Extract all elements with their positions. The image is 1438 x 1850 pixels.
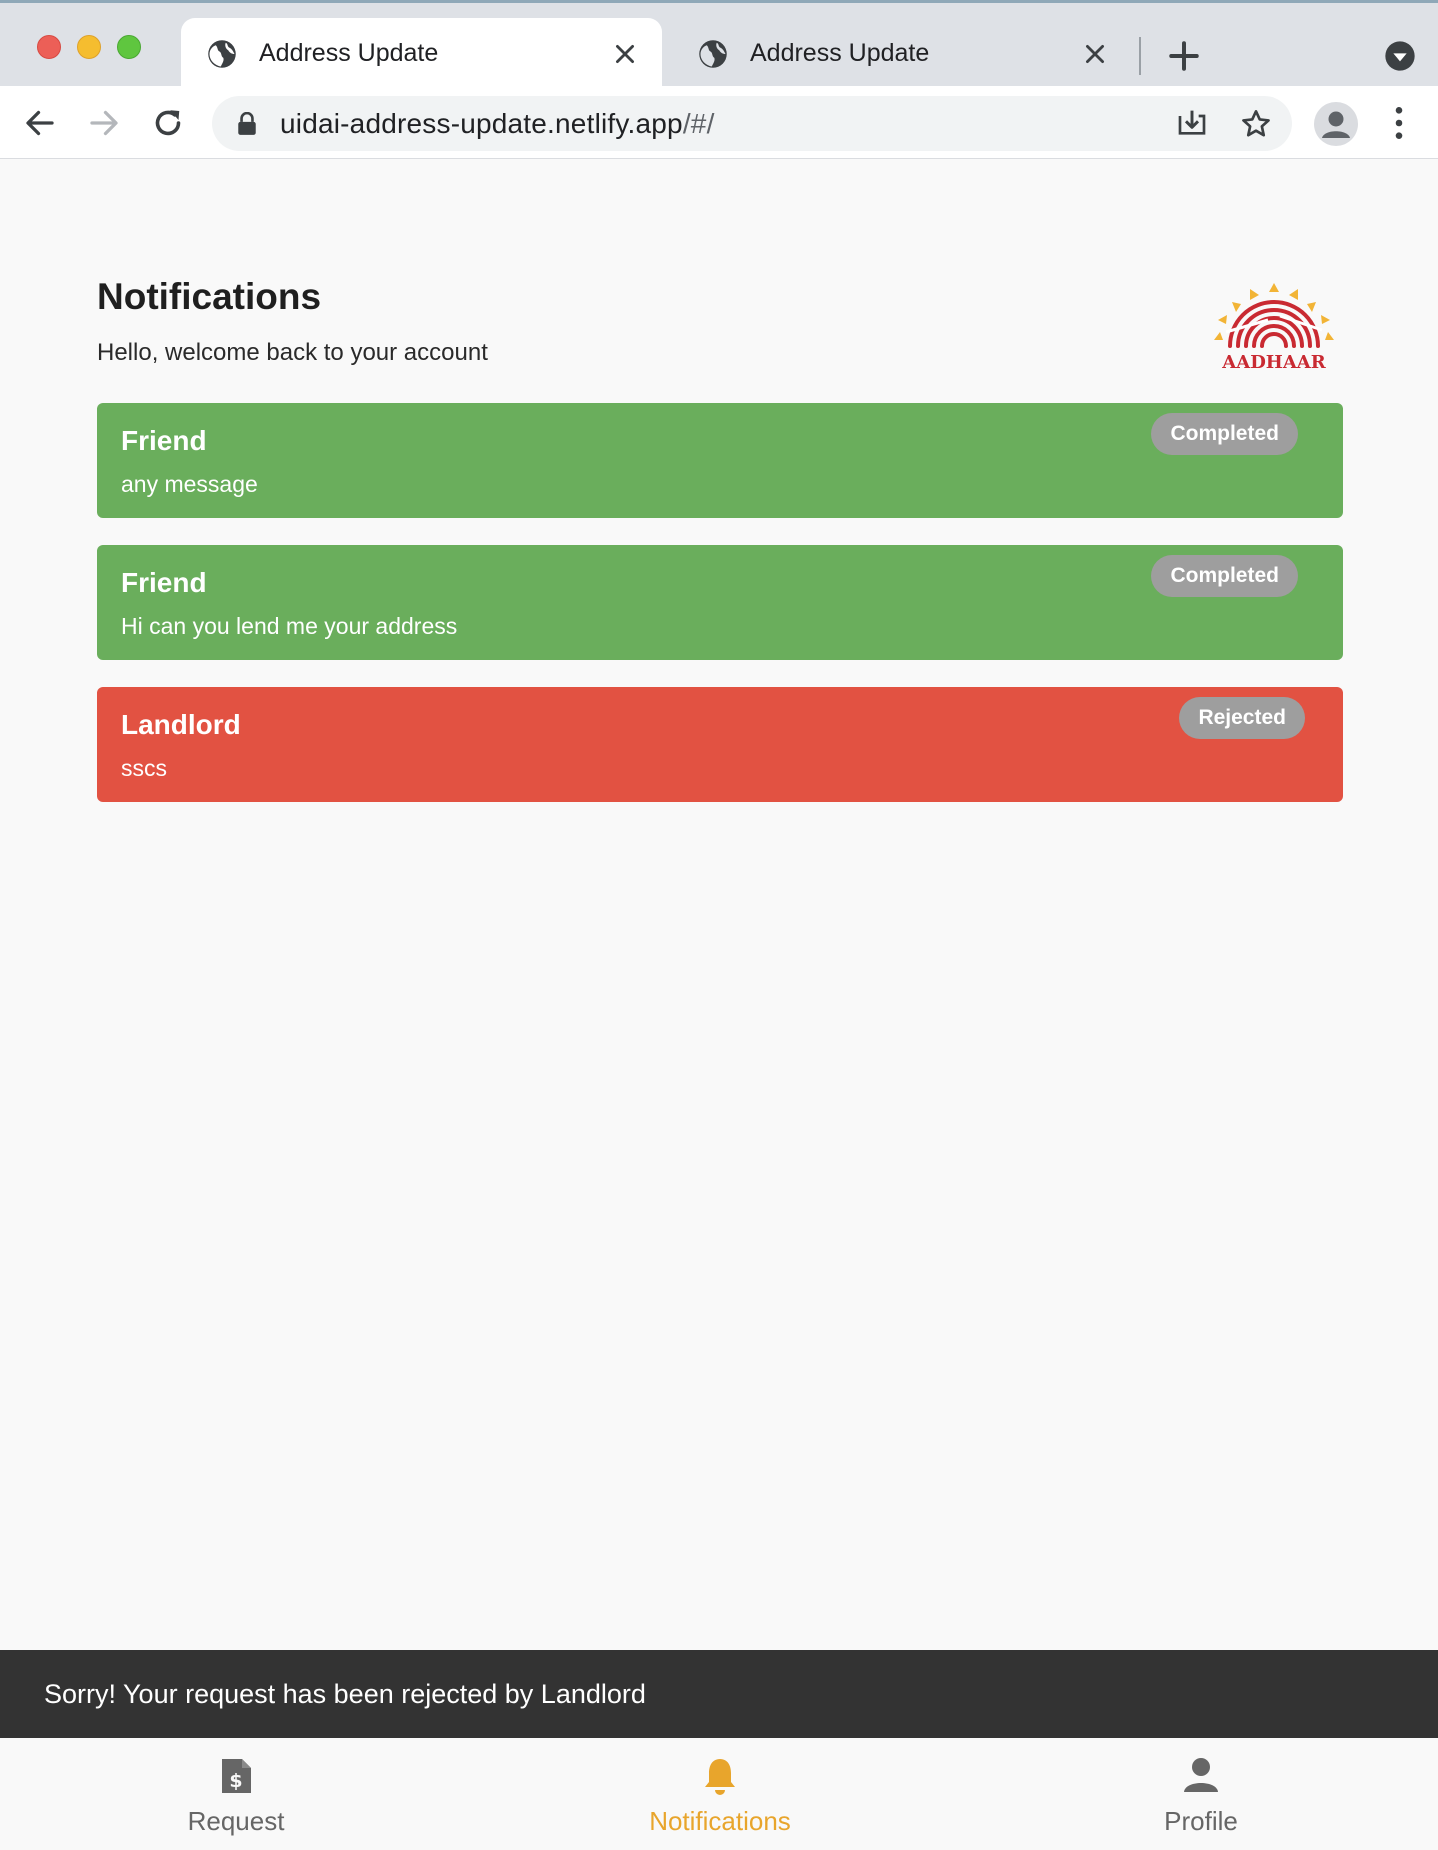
notification-title: Friend	[121, 425, 207, 456]
reload-icon[interactable]	[150, 105, 186, 141]
notification-card[interactable]: Friend Hi can you lend me your address C…	[97, 545, 1343, 660]
tab-search-icon[interactable]	[1384, 40, 1416, 72]
notification-message: sscs	[121, 755, 167, 781]
receipt-icon: $	[222, 1759, 251, 1793]
globe-icon	[208, 39, 236, 68]
snackbar: Sorry! Your request has been rejected by…	[0, 1650, 1438, 1738]
notification-message: any message	[121, 471, 258, 497]
status-badge: Completed	[1151, 413, 1298, 455]
notification-card[interactable]: Friend any message Completed	[97, 403, 1343, 518]
page-title: Notifications	[97, 276, 322, 317]
status-badge: Rejected	[1179, 697, 1305, 739]
person-icon	[1322, 111, 1350, 138]
snackbar-message: Sorry! Your request has been rejected by…	[44, 1679, 646, 1709]
forward-arrow-icon[interactable]	[86, 105, 122, 141]
tab-separator	[1139, 37, 1141, 75]
tab-title: Address Update	[259, 39, 439, 67]
profile-avatar[interactable]	[1314, 102, 1358, 146]
nav-label: Profile	[1164, 1806, 1238, 1836]
close-tab-icon[interactable]	[1082, 41, 1108, 67]
notification-message: Hi can you lend me your address	[121, 613, 458, 639]
bottom-navigation: $ Request Notifications Profile	[0, 1738, 1438, 1850]
browser-tab-strip: Address Update Address Update	[0, 0, 1438, 89]
window-close-button[interactable]	[37, 35, 61, 59]
address-bar[interactable]: uidai-address-update.netlify.app/#/	[212, 96, 1292, 151]
status-badge: Completed	[1151, 555, 1298, 597]
bookmark-star-icon[interactable]	[1240, 108, 1272, 140]
close-tab-icon[interactable]	[612, 41, 638, 67]
more-menu-icon[interactable]	[1386, 104, 1412, 142]
back-arrow-icon[interactable]	[22, 105, 58, 141]
bell-icon	[705, 1759, 735, 1795]
install-app-icon[interactable]	[1176, 108, 1208, 140]
nav-label: Notifications	[649, 1806, 791, 1836]
nav-notifications[interactable]: Notifications	[620, 1738, 820, 1850]
tab-title: Address Update	[750, 39, 930, 67]
notification-title: Friend	[121, 567, 207, 598]
globe-icon	[699, 39, 727, 68]
browser-toolbar: uidai-address-update.netlify.app/#/	[0, 86, 1438, 159]
logo-text: AADHAAR	[1221, 352, 1326, 372]
url-text[interactable]: uidai-address-update.netlify.app/#/	[280, 108, 715, 140]
browser-tab-inactive[interactable]: Address Update	[672, 18, 1132, 89]
window-minimize-button[interactable]	[77, 35, 101, 59]
browser-tab-active[interactable]: Address Update	[181, 18, 662, 89]
nav-label: Request	[187, 1806, 285, 1836]
url-path: /#/	[682, 108, 715, 139]
lock-icon[interactable]	[236, 112, 258, 136]
person-icon	[1184, 1758, 1218, 1792]
notification-list: Friend any message Completed Friend Hi c…	[97, 403, 1343, 829]
nav-profile[interactable]: Profile	[1101, 1738, 1301, 1850]
notification-card[interactable]: Landlord sscs Rejected	[97, 687, 1343, 802]
window-zoom-button[interactable]	[117, 35, 141, 59]
svg-text:$: $	[229, 1770, 242, 1792]
notification-title: Landlord	[121, 709, 241, 740]
nav-request[interactable]: $ Request	[136, 1738, 336, 1850]
new-tab-icon[interactable]	[1167, 39, 1201, 73]
aadhaar-logo: AADHAAR	[1214, 283, 1334, 372]
page-subtitle: Hello, welcome back to your account	[97, 339, 488, 366]
url-host: uidai-address-update.netlify.app	[280, 108, 683, 139]
